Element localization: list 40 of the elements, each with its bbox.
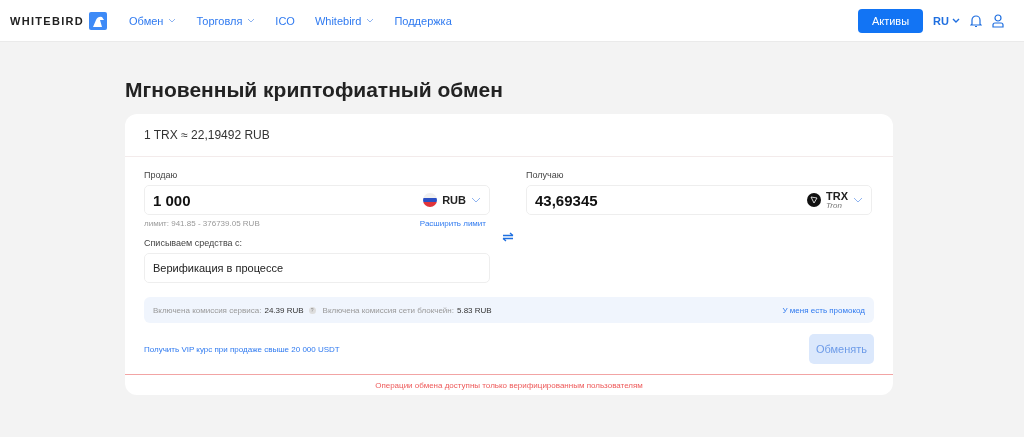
currency-name: Tron (826, 201, 843, 210)
language-selector[interactable]: RU (933, 14, 960, 27)
nav-link[interactable]: Whitebird (314, 14, 375, 27)
bird-icon[interactable] (89, 11, 108, 30)
field-label: Списываем средства с: (144, 238, 244, 248)
nav-link[interactable]: Торговля (196, 14, 256, 27)
nav-link[interactable]: Поддержка (394, 14, 452, 27)
swap-icon[interactable] (502, 232, 514, 242)
currency-code[interactable]: TRX (826, 190, 848, 202)
extend-limit-link[interactable]: Расширить лимит (419, 219, 486, 228)
coin-icon (807, 193, 821, 207)
bell-icon[interactable] (970, 13, 982, 28)
chevron-down-icon[interactable] (853, 197, 863, 203)
source-field[interactable]: Верификация в процессе (144, 253, 490, 283)
page-title: Мгновенный криптофиатный обмен (125, 78, 504, 102)
nav-link[interactable]: Обмен (129, 14, 177, 27)
limit-text: лимит: 941.85 - 376739.05 RUB (144, 219, 260, 228)
exchange-rate: 1 TRX ≈ 22,19492 RUB (125, 114, 893, 157)
chevron-down-icon[interactable] (168, 18, 177, 23)
promo-code-link[interactable]: У меня есть промокод (782, 305, 865, 315)
warning-message: Операции обмена доступны только верифицированным пользователям (125, 374, 893, 395)
user-icon[interactable] (992, 13, 1004, 28)
amount-field[interactable]: 1 000 RUB (144, 185, 490, 215)
chevron-down-icon[interactable] (247, 18, 256, 23)
vip-rate-link[interactable]: Получить VIP курс при продаже свыше 20 000 USDT (144, 344, 340, 354)
chevron-down-icon[interactable] (471, 197, 481, 203)
field-label: Продаю (144, 170, 179, 180)
chevron-down-icon[interactable] (952, 18, 960, 23)
chevron-down-icon[interactable] (366, 18, 375, 23)
logo-text[interactable]: WHITEBIRD (10, 14, 85, 27)
assets-button[interactable]: Активы (857, 8, 924, 33)
fee-value: 5.83 RUB (456, 305, 492, 315)
amount-field[interactable]: 43,69345 TRX Tron (526, 185, 872, 215)
nav-link[interactable]: ICO (275, 14, 295, 27)
field-label: Получаю (526, 170, 565, 180)
fee-label: Включена комиссия сети блокчейн: (322, 305, 454, 315)
fee-label: Включена комиссия сервиса: (153, 305, 262, 315)
flag-icon (423, 193, 438, 207)
fee-value: 24.39 RUB (264, 305, 304, 315)
currency-code[interactable]: RUB (442, 194, 466, 206)
